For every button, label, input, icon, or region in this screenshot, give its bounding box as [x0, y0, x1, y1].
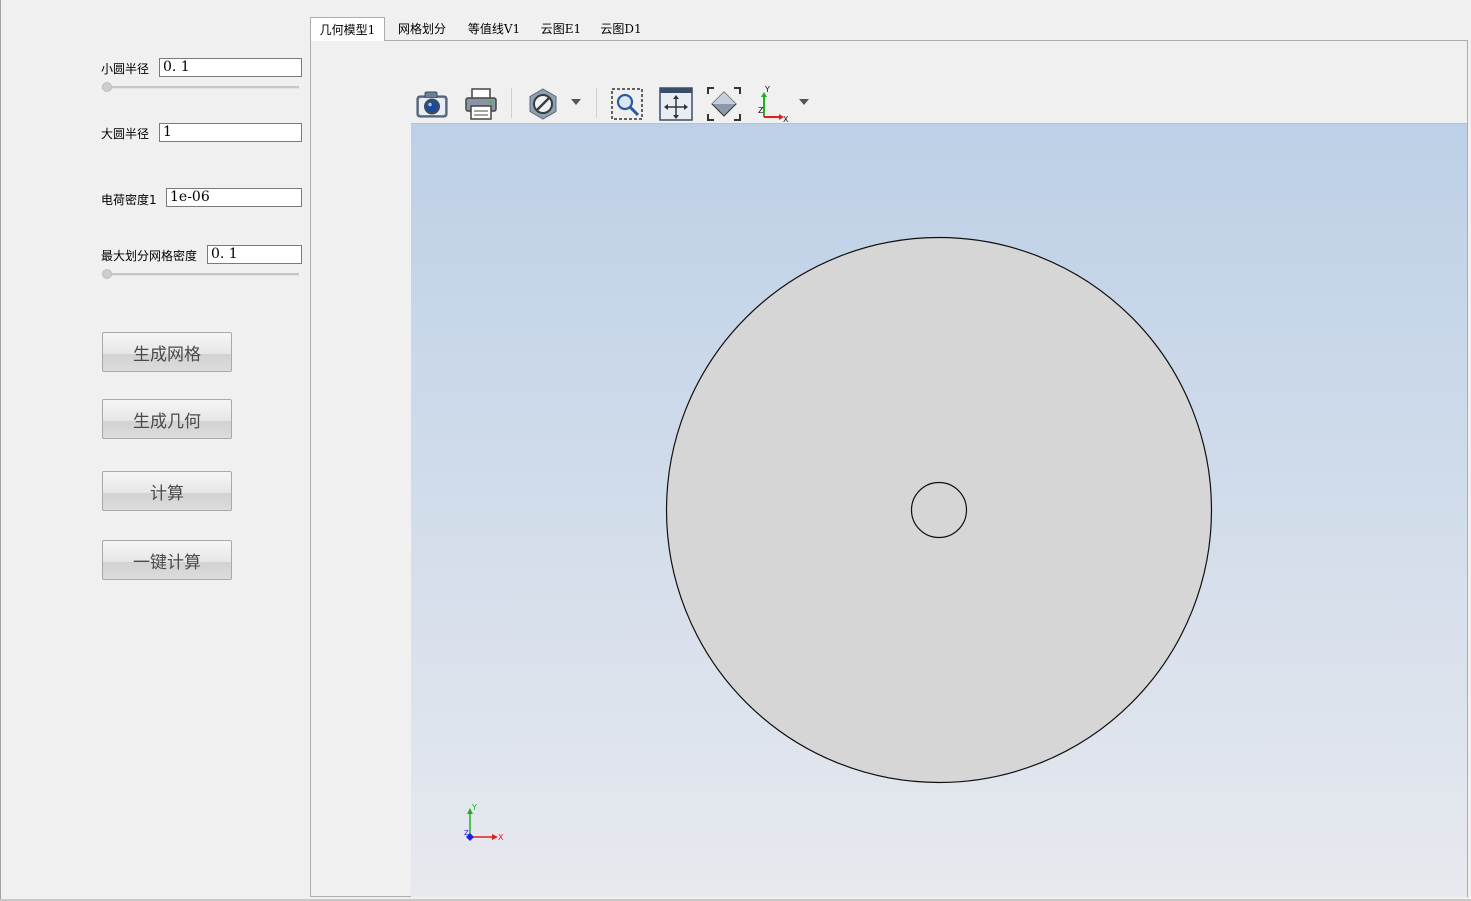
no-entry-icon[interactable]: [524, 85, 562, 123]
camera-icon[interactable]: [413, 85, 451, 123]
triad-label-z: Z: [464, 829, 469, 837]
geometry-viewer: Y Z X Y X Z: [411, 82, 1467, 897]
slider-handle[interactable]: [102, 269, 112, 279]
compute-button[interactable]: 计算: [102, 471, 232, 511]
chevron-down-icon[interactable]: [571, 99, 581, 105]
tab-cloud-e[interactable]: 云图E1: [533, 18, 589, 40]
toolbar-separator: [511, 88, 512, 118]
fit-all-icon[interactable]: [705, 85, 743, 123]
axis-label-y: Y: [764, 86, 770, 94]
toolbar-separator: [596, 88, 597, 118]
axis-view-icon[interactable]: Y Z X: [754, 85, 792, 123]
large-radius-label: 大圆半径: [101, 127, 150, 141]
viewer-toolbar: Y Z X: [411, 82, 1467, 124]
tab-cloud-d[interactable]: 云图D1: [593, 18, 649, 40]
mesh-density-slider[interactable]: [102, 269, 299, 279]
zoom-window-icon[interactable]: [608, 85, 646, 123]
large-radius-input[interactable]: 1: [159, 123, 302, 142]
viewport-canvas[interactable]: Y X Z: [411, 124, 1467, 897]
pan-icon[interactable]: [657, 85, 695, 123]
generate-mesh-button[interactable]: 生成网格: [102, 332, 232, 372]
one-click-compute-button[interactable]: 一键计算: [102, 540, 232, 580]
charge-density-label: 电荷密度1: [101, 193, 157, 207]
triad-label-x: X: [498, 833, 504, 842]
slider-handle[interactable]: [102, 82, 112, 92]
mesh-density-label: 最大划分网格密度: [101, 249, 198, 263]
axis-triad: Y X Z: [464, 803, 504, 842]
charge-density-input[interactable]: 1e-06: [166, 188, 302, 207]
small-radius-input[interactable]: 0. 1: [159, 58, 302, 77]
inner-circle[interactable]: [910, 481, 968, 539]
mesh-density-input[interactable]: 0. 1: [207, 245, 302, 264]
tab-contour-v[interactable]: 等值线V1: [460, 18, 528, 40]
generate-geometry-button[interactable]: 生成几何: [102, 399, 232, 439]
triad-label-y: Y: [471, 803, 477, 812]
tab-mesh[interactable]: 网格划分: [388, 18, 456, 40]
axis-label-z: Z: [758, 106, 764, 115]
window-border: [0, 0, 1, 901]
small-radius-slider[interactable]: [102, 82, 299, 92]
print-icon[interactable]: [462, 85, 500, 123]
small-radius-label: 小圆半径: [101, 62, 150, 76]
slider-track: [102, 273, 299, 276]
chevron-down-icon[interactable]: [799, 99, 809, 105]
tab-geometry-model[interactable]: 几何模型1: [310, 17, 385, 41]
slider-track: [102, 86, 299, 89]
axis-label-x: X: [783, 115, 789, 122]
